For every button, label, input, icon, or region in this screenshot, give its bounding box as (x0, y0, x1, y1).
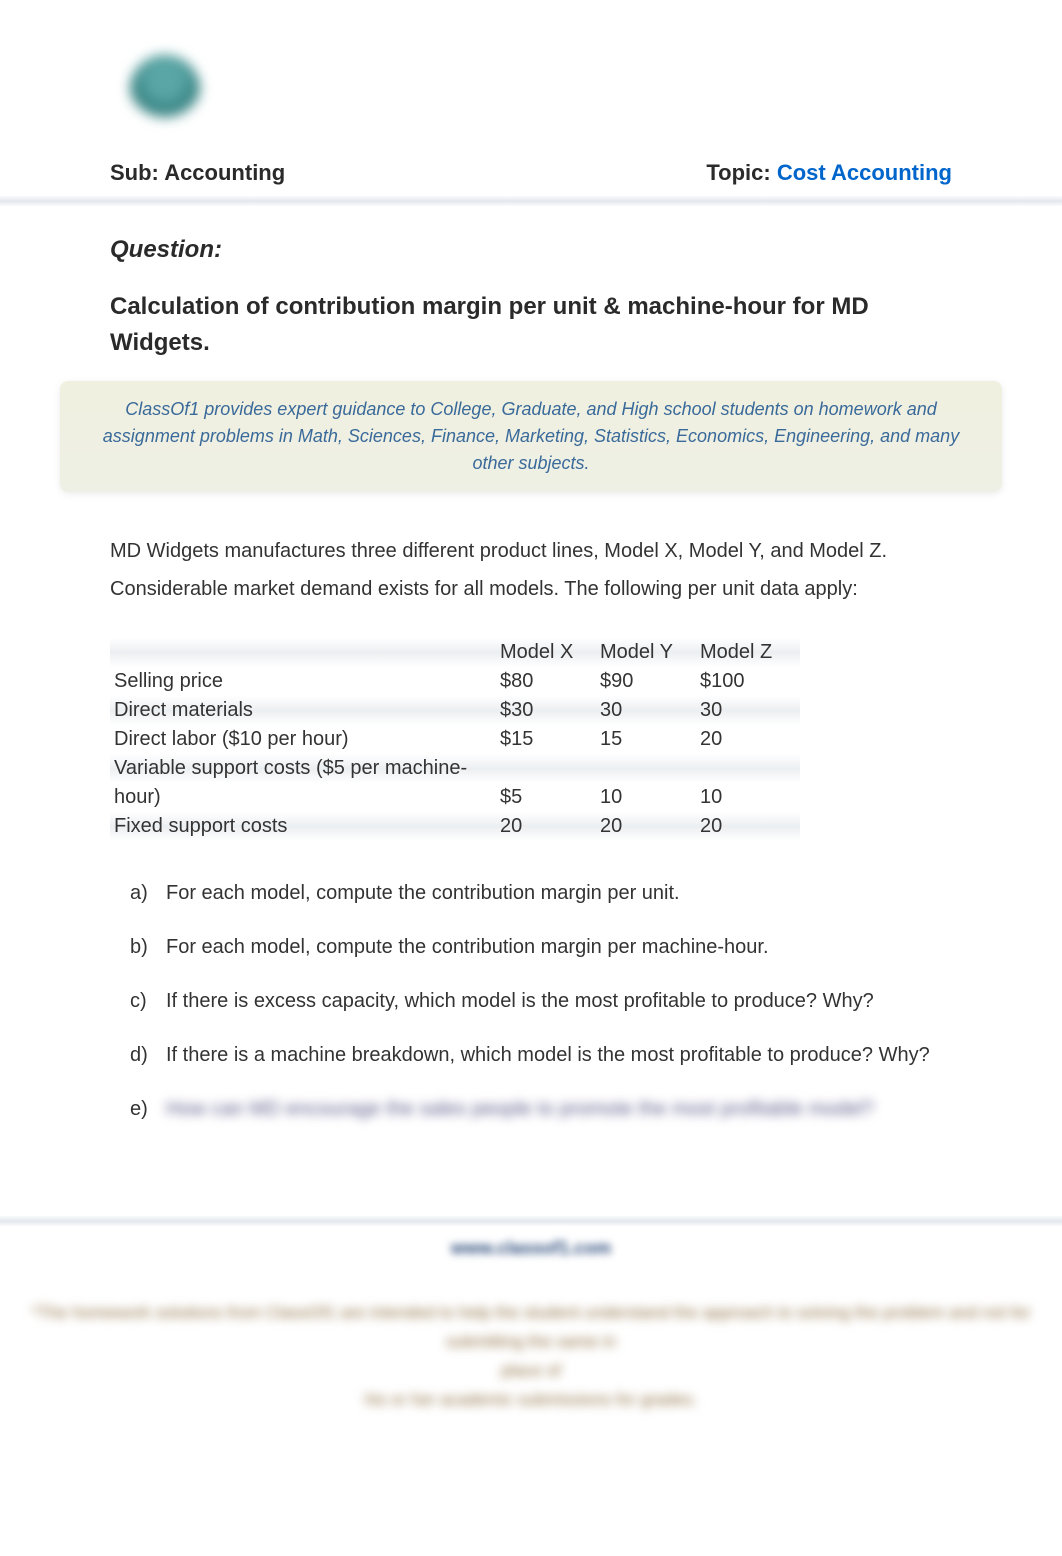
row-label: Selling price (110, 667, 500, 696)
cell: 20 (600, 812, 700, 841)
cell: $15 (500, 725, 600, 754)
cell: 15 (600, 725, 700, 754)
table-row: Fixed support costs 20 20 20 (110, 812, 800, 841)
table-row: Selling price $80 $90 $100 (110, 667, 800, 696)
subject-block: Sub: Accounting (110, 160, 285, 186)
row-label: Variable support costs ($5 per machine- (110, 754, 500, 783)
disclaimer-line: place of (20, 1357, 1042, 1386)
row-label: Fixed support costs (110, 812, 500, 841)
row-label-cont: hour) (110, 783, 500, 812)
col-header: Model X (500, 638, 600, 667)
topic-value: Cost Accounting (777, 160, 952, 185)
row-label: Direct materials (110, 696, 500, 725)
item-marker: e) (130, 1092, 166, 1126)
cell: 30 (700, 696, 800, 725)
cell: 30 (600, 696, 700, 725)
cell: $80 (500, 667, 600, 696)
cell: 10 (700, 783, 800, 812)
table-header-row: Model X Model Y Model Z (110, 638, 800, 667)
disclaimer-line: his or her academic submissions for grad… (20, 1386, 1042, 1415)
cell: 20 (500, 812, 600, 841)
intro-text: MD Widgets manufactures three different … (110, 532, 952, 608)
col-header: Model Y (600, 638, 700, 667)
cell: 20 (700, 812, 800, 841)
item-text: If there is a machine breakdown, which m… (166, 1038, 952, 1072)
list-item: d) If there is a machine breakdown, whic… (130, 1038, 952, 1072)
brand-logo (110, 40, 220, 140)
list-item: a) For each model, compute the contribut… (130, 876, 952, 910)
sub-value: Accounting (164, 160, 285, 185)
page-title: Calculation of contribution margin per u… (110, 289, 952, 361)
item-text: If there is excess capacity, which model… (166, 984, 952, 1018)
footer-disclaimer: *The homework solutions from ClassOf1 ar… (0, 1299, 1062, 1475)
cell: $100 (700, 667, 800, 696)
cell: $90 (600, 667, 700, 696)
item-marker: b) (130, 930, 166, 964)
cost-data-table: Model X Model Y Model Z Selling price $8… (110, 638, 800, 841)
cell: $5 (500, 783, 600, 812)
list-item: e) How can MD encourage the sales people… (130, 1092, 952, 1126)
promo-banner: ClassOf1 provides expert guidance to Col… (60, 381, 1002, 492)
cell: 20 (700, 725, 800, 754)
item-marker: a) (130, 876, 166, 910)
table-row: Direct labor ($10 per hour) $15 15 20 (110, 725, 800, 754)
table-row: hour) $5 10 10 (110, 783, 800, 812)
topic-block: Topic: Cost Accounting (706, 160, 952, 186)
sub-questions-list: a) For each model, compute the contribut… (110, 876, 952, 1126)
col-header: Model Z (700, 638, 800, 667)
disclaimer-line: *The homework solutions from ClassOf1 ar… (20, 1299, 1042, 1357)
footer-divider (0, 1216, 1062, 1226)
cell: $30 (500, 696, 600, 725)
table-row: Direct materials $30 30 30 (110, 696, 800, 725)
footer-url: www.classof1.com (0, 1238, 1062, 1259)
item-text: For each model, compute the contribution… (166, 876, 952, 910)
item-marker: d) (130, 1038, 166, 1072)
list-item: c) If there is excess capacity, which mo… (130, 984, 952, 1018)
subject-topic-header: Sub: Accounting Topic: Cost Accounting (0, 160, 1062, 196)
sub-label: Sub: (110, 160, 164, 185)
item-text: For each model, compute the contribution… (166, 930, 952, 964)
table-row: Variable support costs ($5 per machine- (110, 754, 800, 783)
topic-label: Topic: (706, 160, 776, 185)
item-text-blurred: How can MD encourage the sales people to… (166, 1092, 952, 1126)
row-label: Direct labor ($10 per hour) (110, 725, 500, 754)
cell: 10 (600, 783, 700, 812)
question-heading: Question: (110, 236, 952, 264)
item-marker: c) (130, 984, 166, 1018)
header-divider (0, 196, 1062, 206)
list-item: b) For each model, compute the contribut… (130, 930, 952, 964)
